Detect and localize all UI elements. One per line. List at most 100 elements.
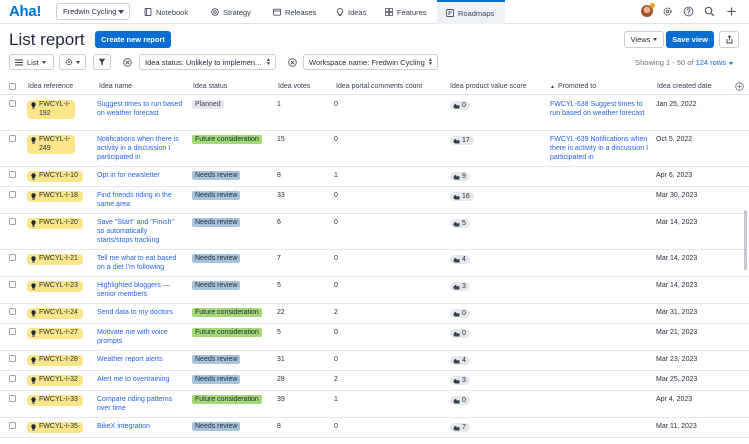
table-row[interactable]: FWCYL-I- 192 Suggest times to run based on… bbox=[0, 96, 749, 131]
table-row[interactable]: FWCYL-I-10 Opt in for newsletter Needs rev… bbox=[0, 167, 749, 187]
row-checkbox[interactable] bbox=[9, 135, 16, 142]
product-value-score[interactable]: 0 bbox=[450, 396, 470, 405]
gear-icon[interactable] bbox=[662, 6, 673, 17]
column-header[interactable]: Idea product value score bbox=[450, 83, 527, 90]
product-value-score[interactable]: 4 bbox=[450, 255, 470, 264]
row-checkbox[interactable] bbox=[9, 100, 16, 107]
idea-reference-badge[interactable]: FWCYL-I-35 bbox=[27, 422, 83, 433]
row-checkbox[interactable] bbox=[9, 218, 16, 225]
table-row[interactable]: FWCYL-I-35 BikeX integration Needs review 8… bbox=[0, 418, 749, 438]
save-view-button[interactable]: Save view bbox=[666, 31, 714, 48]
product-value-score[interactable]: 4 bbox=[450, 356, 470, 365]
add-column-icon[interactable] bbox=[735, 82, 744, 91]
tab-strategy[interactable]: Strategy bbox=[211, 0, 251, 24]
table-row[interactable]: FWCYL-I-21 Tell me what to eat based on a… bbox=[0, 250, 749, 277]
column-header[interactable]: Idea reference bbox=[28, 83, 73, 90]
idea-name-link[interactable]: BikeX integration bbox=[97, 422, 183, 431]
table-row[interactable]: FWCYL-I- 249 Notifications when there is a… bbox=[0, 131, 749, 167]
column-header[interactable]: Idea name bbox=[99, 83, 132, 90]
product-value-score[interactable]: 3 bbox=[450, 282, 470, 291]
idea-name-link[interactable]: Compare riding patterns over time bbox=[97, 395, 183, 413]
idea-name-link[interactable]: Send data to my doctors bbox=[97, 308, 183, 317]
idea-reference-badge[interactable]: FWCYL-I-32 bbox=[27, 375, 83, 386]
list-view-dropdown[interactable]: List bbox=[9, 54, 54, 70]
search-icon[interactable] bbox=[704, 6, 715, 17]
product-value-score[interactable]: 0 bbox=[450, 329, 470, 338]
views-button[interactable]: Views bbox=[624, 31, 664, 48]
idea-status-filter[interactable]: Idea status: Unlikely to implemen... ▲ ▼ bbox=[139, 54, 276, 70]
row-checkbox[interactable] bbox=[9, 171, 16, 178]
idea-reference-badge[interactable]: FWCYL-I-10 bbox=[27, 171, 83, 182]
idea-reference-badge[interactable]: FWCYL-I-33 bbox=[27, 395, 83, 406]
promoted-to-link[interactable]: FWCYL-638 Suggest times to run based on … bbox=[550, 100, 650, 118]
column-header-promoted[interactable]: ▲ Promoted to bbox=[550, 83, 596, 90]
idea-name-link[interactable]: Save "Start" and "Finish" so automatical… bbox=[97, 218, 183, 245]
filter-button[interactable] bbox=[93, 54, 111, 70]
create-new-report-button[interactable]: Create new report bbox=[95, 31, 171, 48]
table-row[interactable]: FWCYL-I-32 Alert me to overtraining Needs … bbox=[0, 371, 749, 391]
tab-ideas[interactable]: Ideas bbox=[336, 0, 366, 24]
product-value-score[interactable]: 17 bbox=[450, 136, 474, 145]
workspace-name-filter[interactable]: Workspace name: Fredwin Cycling ▲ ▼ bbox=[303, 54, 438, 70]
row-checkbox[interactable] bbox=[9, 328, 16, 335]
column-header[interactable]: Idea status bbox=[193, 83, 227, 90]
idea-name-link[interactable]: Find friends riding in the same area bbox=[97, 191, 183, 209]
idea-name-link[interactable]: Suggest times to run based on weather fo… bbox=[97, 100, 183, 118]
idea-reference-badge[interactable]: FWCYL-I-27 bbox=[27, 328, 83, 339]
table-row[interactable]: FWCYL-I-33 Compare riding patterns over t… bbox=[0, 391, 749, 418]
idea-reference-badge[interactable]: FWCYL-I-20 bbox=[27, 218, 83, 229]
idea-reference-badge[interactable]: FWCYL-I- 249 bbox=[27, 135, 76, 154]
product-value-score[interactable]: 3 bbox=[450, 376, 470, 385]
column-header[interactable]: Idea votes bbox=[278, 83, 310, 90]
column-header[interactable]: Idea created date bbox=[657, 83, 712, 90]
row-checkbox[interactable] bbox=[9, 395, 16, 402]
idea-name-link[interactable]: Motivate me with voice prompts bbox=[97, 328, 183, 346]
product-value-score[interactable]: 16 bbox=[450, 192, 474, 201]
workspace-selector[interactable]: Fredwin Cycling bbox=[56, 3, 130, 20]
aha-logo[interactable]: Aha! bbox=[9, 3, 41, 20]
idea-name-link[interactable]: Opt in for newsletter bbox=[97, 171, 183, 180]
select-all-checkbox[interactable] bbox=[9, 83, 16, 90]
product-value-score[interactable]: 0 bbox=[450, 101, 470, 110]
row-checkbox[interactable] bbox=[9, 355, 16, 362]
tab-features[interactable]: Features bbox=[385, 0, 427, 24]
column-header[interactable]: Idea portal comments count bbox=[336, 83, 422, 90]
idea-reference-badge[interactable]: FWCYL-I-18 bbox=[27, 191, 83, 202]
promoted-to-link[interactable]: FWCYL-639 Notifications when there is ac… bbox=[550, 135, 650, 162]
settings-dropdown[interactable] bbox=[59, 54, 86, 70]
row-checkbox[interactable] bbox=[9, 308, 16, 315]
vertical-scrollbar[interactable] bbox=[744, 210, 747, 270]
idea-reference-badge[interactable]: FWCYL-I-23 bbox=[27, 281, 83, 292]
table-row[interactable]: FWCYL-I-24 Send data to my doctors Future … bbox=[0, 304, 749, 324]
help-icon[interactable] bbox=[683, 6, 694, 17]
table-row[interactable]: FWCYL-I-20 Save "Start" and "Finish" so a… bbox=[0, 214, 749, 250]
row-checkbox[interactable] bbox=[9, 191, 16, 198]
product-value-score[interactable]: 5 bbox=[450, 219, 470, 228]
idea-name-link[interactable]: Weather report alerts bbox=[97, 355, 183, 364]
idea-name-link[interactable]: Notifications when there is activity in … bbox=[97, 135, 183, 162]
row-checkbox[interactable] bbox=[9, 422, 16, 429]
row-checkbox[interactable] bbox=[9, 375, 16, 382]
plus-icon[interactable] bbox=[726, 6, 737, 17]
tab-roadmaps[interactable]: Roadmaps bbox=[437, 0, 505, 24]
remove-filter-button[interactable] bbox=[283, 54, 301, 70]
product-value-score[interactable]: 7 bbox=[450, 423, 470, 432]
row-count-link[interactable]: 124 rows bbox=[696, 58, 726, 67]
product-value-score[interactable]: 9 bbox=[450, 172, 470, 181]
tab-notebook[interactable]: Notebook bbox=[144, 0, 188, 24]
idea-reference-badge[interactable]: FWCYL-I-24 bbox=[27, 308, 83, 319]
tab-releases[interactable]: Releases bbox=[273, 0, 316, 24]
idea-name-link[interactable]: Alert me to overtraining bbox=[97, 375, 183, 384]
table-row[interactable]: FWCYL-I-23 Highlighted bloggers — senior … bbox=[0, 277, 749, 304]
table-row[interactable]: FWCYL-I-27 Motivate me with voice prompts… bbox=[0, 324, 749, 351]
chevron-down-icon[interactable] bbox=[729, 62, 733, 65]
idea-reference-badge[interactable]: FWCYL-I-21 bbox=[27, 254, 83, 265]
table-row[interactable]: FWCYL-I-18 Find friends riding in the sam… bbox=[0, 187, 749, 214]
product-value-score[interactable]: 0 bbox=[450, 309, 470, 318]
table-row[interactable]: FWCYL-I-28 Weather report alerts Needs rev… bbox=[0, 351, 749, 371]
idea-reference-badge[interactable]: FWCYL-I-28 bbox=[27, 355, 83, 366]
row-checkbox[interactable] bbox=[9, 254, 16, 261]
remove-filter-button[interactable] bbox=[118, 54, 136, 70]
idea-name-link[interactable]: Highlighted bloggers — senior members bbox=[97, 281, 183, 299]
idea-name-link[interactable]: Tell me what to eat based on a diet I'm … bbox=[97, 254, 183, 272]
